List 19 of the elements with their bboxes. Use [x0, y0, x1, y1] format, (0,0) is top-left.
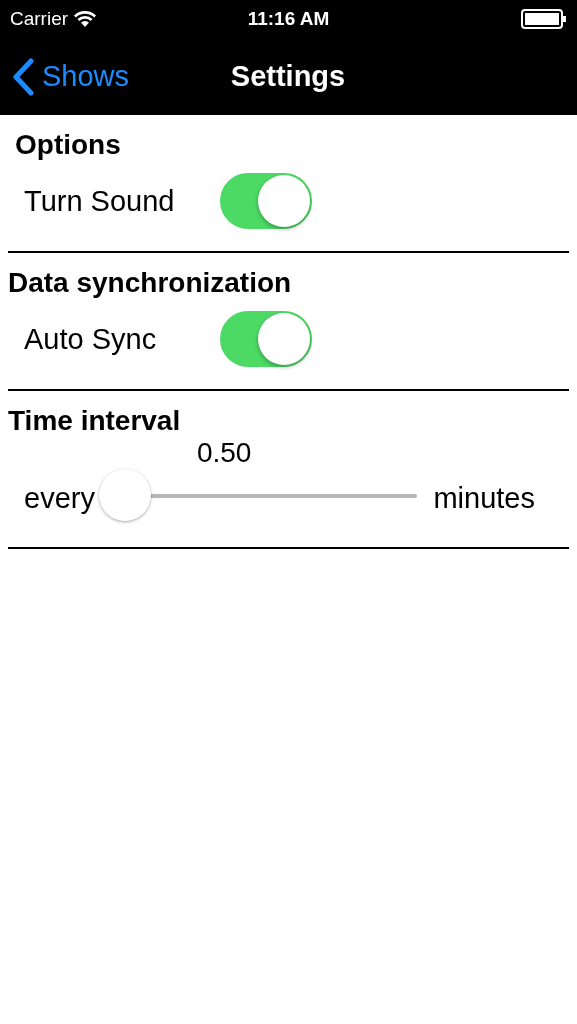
wifi-icon: [74, 11, 97, 27]
section-header: Time interval: [8, 404, 182, 437]
clock-time: 11:16 AM: [247, 8, 330, 30]
toggle-switch[interactable]: [220, 173, 312, 229]
slider-suffix: minutes: [433, 482, 536, 516]
back-button[interactable]: Shows: [12, 57, 130, 96]
toggle-switch[interactable]: [220, 311, 312, 367]
setting-label: Auto Sync: [24, 322, 158, 356]
interval-slider[interactable]: [98, 469, 418, 523]
carrier-label: Carrier: [10, 8, 69, 30]
slider-prefix: every: [24, 482, 95, 516]
battery-icon: [521, 9, 567, 29]
section-header: Data synchronization: [8, 266, 293, 299]
setting-label: Turn Sound: [24, 184, 176, 218]
slider-value: 0.50: [196, 437, 252, 469]
chevron-left-icon: [12, 57, 34, 96]
screen-title: Settings: [230, 60, 346, 93]
section-header: Options: [14, 128, 122, 161]
slider-thumb[interactable]: [98, 469, 151, 521]
